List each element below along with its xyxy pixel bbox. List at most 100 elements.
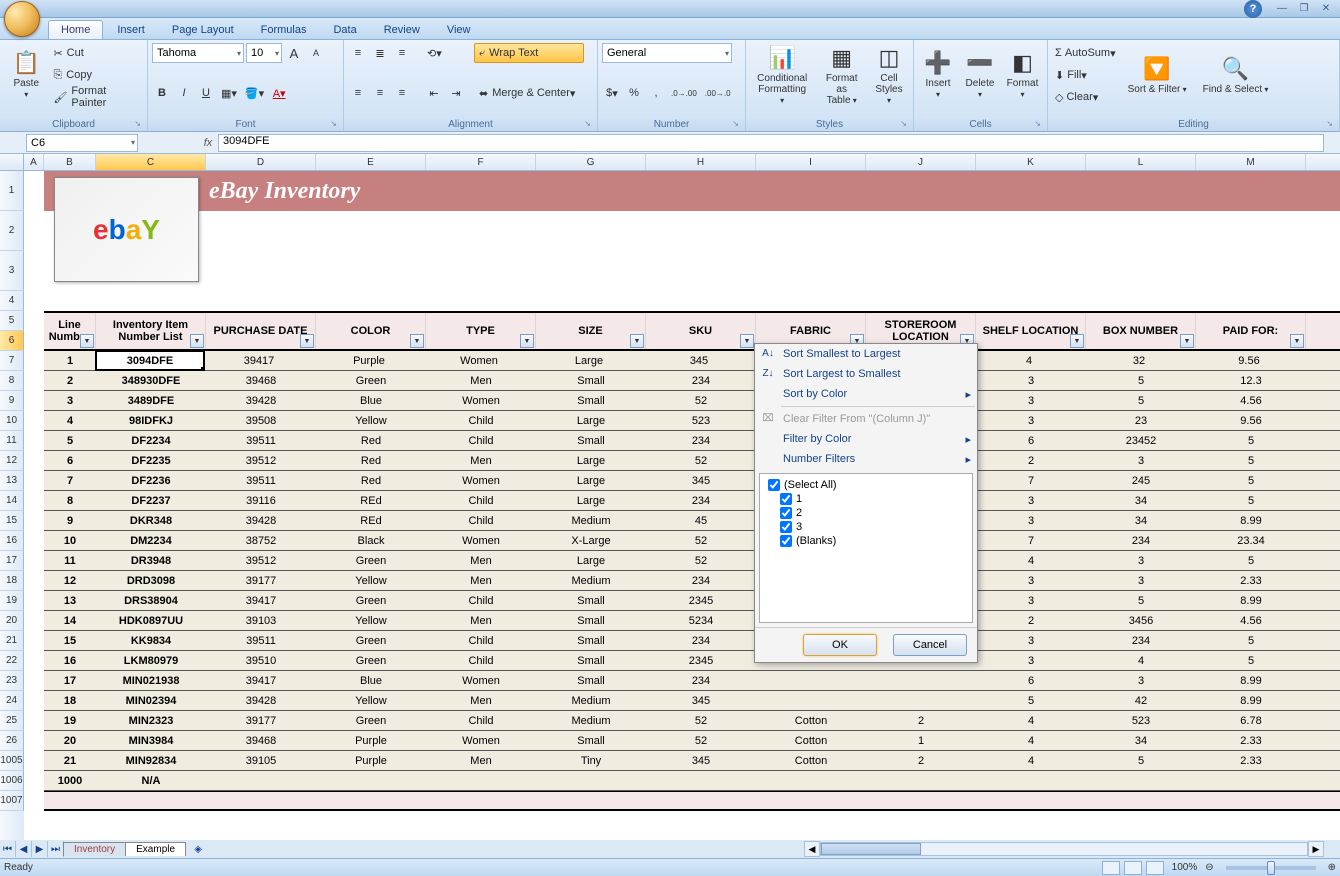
cell[interactable]: Women <box>426 671 536 690</box>
row-header-24[interactable]: 24 <box>0 691 24 711</box>
office-button[interactable] <box>4 1 40 37</box>
cell[interactable]: 52 <box>646 391 756 410</box>
shrink-font-button[interactable]: A <box>306 43 326 63</box>
align-right-button[interactable]: ≡ <box>392 83 412 103</box>
cell[interactable]: DRD3098 <box>96 571 206 590</box>
page-layout-view-button[interactable] <box>1124 861 1142 875</box>
cell[interactable]: Men <box>426 611 536 630</box>
sheet-nav-next[interactable]: ▶ <box>32 841 48 857</box>
cell[interactable]: Blue <box>316 391 426 410</box>
cell[interactable]: 13 <box>44 591 96 610</box>
column-header-cell[interactable]: SHELF LOCATION▼ <box>976 313 1086 349</box>
cell[interactable]: Large <box>536 491 646 510</box>
cell[interactable]: MIN021938 <box>96 671 206 690</box>
cell[interactable]: Small <box>536 431 646 450</box>
column-header-L[interactable]: L <box>1086 154 1196 170</box>
cell[interactable]: 6 <box>976 431 1086 450</box>
cell[interactable]: 1000 <box>44 771 96 790</box>
minimize-button[interactable]: — <box>1272 2 1292 16</box>
cell[interactable]: N/A <box>96 771 206 790</box>
normal-view-button[interactable] <box>1102 861 1120 875</box>
row-header-9[interactable]: 9 <box>0 391 24 411</box>
cell[interactable]: 4 <box>976 731 1086 750</box>
cell[interactable]: MIN02394 <box>96 691 206 710</box>
cell[interactable]: REd <box>316 491 426 510</box>
filter-button[interactable]: ▼ <box>1180 334 1194 348</box>
cell[interactable]: Men <box>426 571 536 590</box>
cell[interactable]: 5 <box>1196 471 1306 490</box>
formula-input[interactable]: 3094DFE <box>218 134 1324 152</box>
find-select-button[interactable]: 🔍Find & Select <box>1196 42 1276 108</box>
cell[interactable]: Small <box>536 671 646 690</box>
cell[interactable]: Small <box>536 611 646 630</box>
grow-font-button[interactable]: A <box>284 43 304 63</box>
cell[interactable]: 34 <box>1086 491 1196 510</box>
cell[interactable]: 38752 <box>206 531 316 550</box>
cell[interactable]: 2.33 <box>1196 571 1306 590</box>
cell[interactable]: Yellow <box>316 411 426 430</box>
sort-filter-button[interactable]: 🔽Sort & Filter <box>1121 42 1194 108</box>
cell[interactable]: Cotton <box>756 731 866 750</box>
cell[interactable]: DM2234 <box>96 531 206 550</box>
filter-button[interactable]: ▼ <box>1290 334 1304 348</box>
scroll-thumb[interactable] <box>821 843 921 855</box>
cell[interactable]: 7 <box>976 531 1086 550</box>
cell[interactable] <box>756 691 866 710</box>
cell[interactable]: 3094DFE <box>95 350 205 371</box>
row-header-22[interactable]: 22 <box>0 651 24 671</box>
cell[interactable]: Green <box>316 651 426 670</box>
cell[interactable]: 5 <box>1196 451 1306 470</box>
name-box[interactable]: C6 <box>26 134 138 152</box>
row-header-10[interactable]: 10 <box>0 411 24 431</box>
cell[interactable]: 39428 <box>206 391 316 410</box>
font-name-combo[interactable]: Tahoma <box>152 43 244 63</box>
cell[interactable]: Green <box>316 631 426 650</box>
cell[interactable]: Red <box>316 471 426 490</box>
cell[interactable]: 2.33 <box>1196 751 1306 770</box>
cell[interactable]: 9 <box>44 511 96 530</box>
tab-home[interactable]: Home <box>48 20 103 39</box>
delete-cells-button[interactable]: ➖Delete <box>960 42 1000 108</box>
row-header-4[interactable]: 4 <box>0 291 24 311</box>
row-header-23[interactable]: 23 <box>0 671 24 691</box>
cell[interactable]: Red <box>316 451 426 470</box>
align-middle-button[interactable]: ≣ <box>370 43 390 63</box>
cell[interactable]: Purple <box>314 351 424 370</box>
cell[interactable]: Small <box>536 391 646 410</box>
cell[interactable]: Large <box>536 451 646 470</box>
filter-checkbox[interactable] <box>780 493 792 505</box>
cell[interactable] <box>316 771 426 790</box>
filter-check-item[interactable]: 2 <box>766 506 966 520</box>
copy-button[interactable]: ⎘ Copy <box>50 65 95 85</box>
insert-cells-button[interactable]: ➕Insert <box>918 42 958 108</box>
cell[interactable]: 23.34 <box>1196 531 1306 550</box>
cell[interactable]: Red <box>316 431 426 450</box>
cell[interactable]: 2 <box>866 751 976 770</box>
cell[interactable]: 34 <box>1086 511 1196 530</box>
cell[interactable]: Small <box>536 731 646 750</box>
cells-area[interactable]: eBay Inventory ebaY Line Number▼Inventor… <box>24 171 1340 840</box>
cell[interactable]: 523 <box>646 411 756 430</box>
currency-button[interactable]: $ ▾ <box>602 83 622 103</box>
cell[interactable]: 52 <box>646 451 756 470</box>
underline-button[interactable]: U <box>196 83 216 103</box>
cell[interactable]: 5 <box>1086 751 1196 770</box>
scroll-left-button[interactable]: ◀ <box>804 841 820 857</box>
cell[interactable]: 5 <box>1196 431 1306 450</box>
column-header-cell[interactable]: Inventory Item Number List▼ <box>96 313 206 349</box>
cell[interactable] <box>206 771 316 790</box>
cell[interactable]: 8.99 <box>1196 511 1306 530</box>
row-header-21[interactable]: 21 <box>0 631 24 651</box>
cell[interactable]: 8.99 <box>1196 591 1306 610</box>
cell[interactable]: 23 <box>1086 411 1196 430</box>
number-format-combo[interactable]: General <box>602 43 732 63</box>
filter-button[interactable]: ▼ <box>300 334 314 348</box>
cell[interactable]: 2345 <box>646 591 756 610</box>
sort-color-item[interactable]: Sort by Color <box>755 384 977 404</box>
row-header-1005[interactable]: 1005 <box>0 751 24 771</box>
cell[interactable]: 6 <box>976 671 1086 690</box>
font-size-combo[interactable]: 10 <box>246 43 282 63</box>
row-header-15[interactable]: 15 <box>0 511 24 531</box>
cell[interactable]: 4 <box>976 711 1086 730</box>
cell[interactable] <box>756 671 866 690</box>
